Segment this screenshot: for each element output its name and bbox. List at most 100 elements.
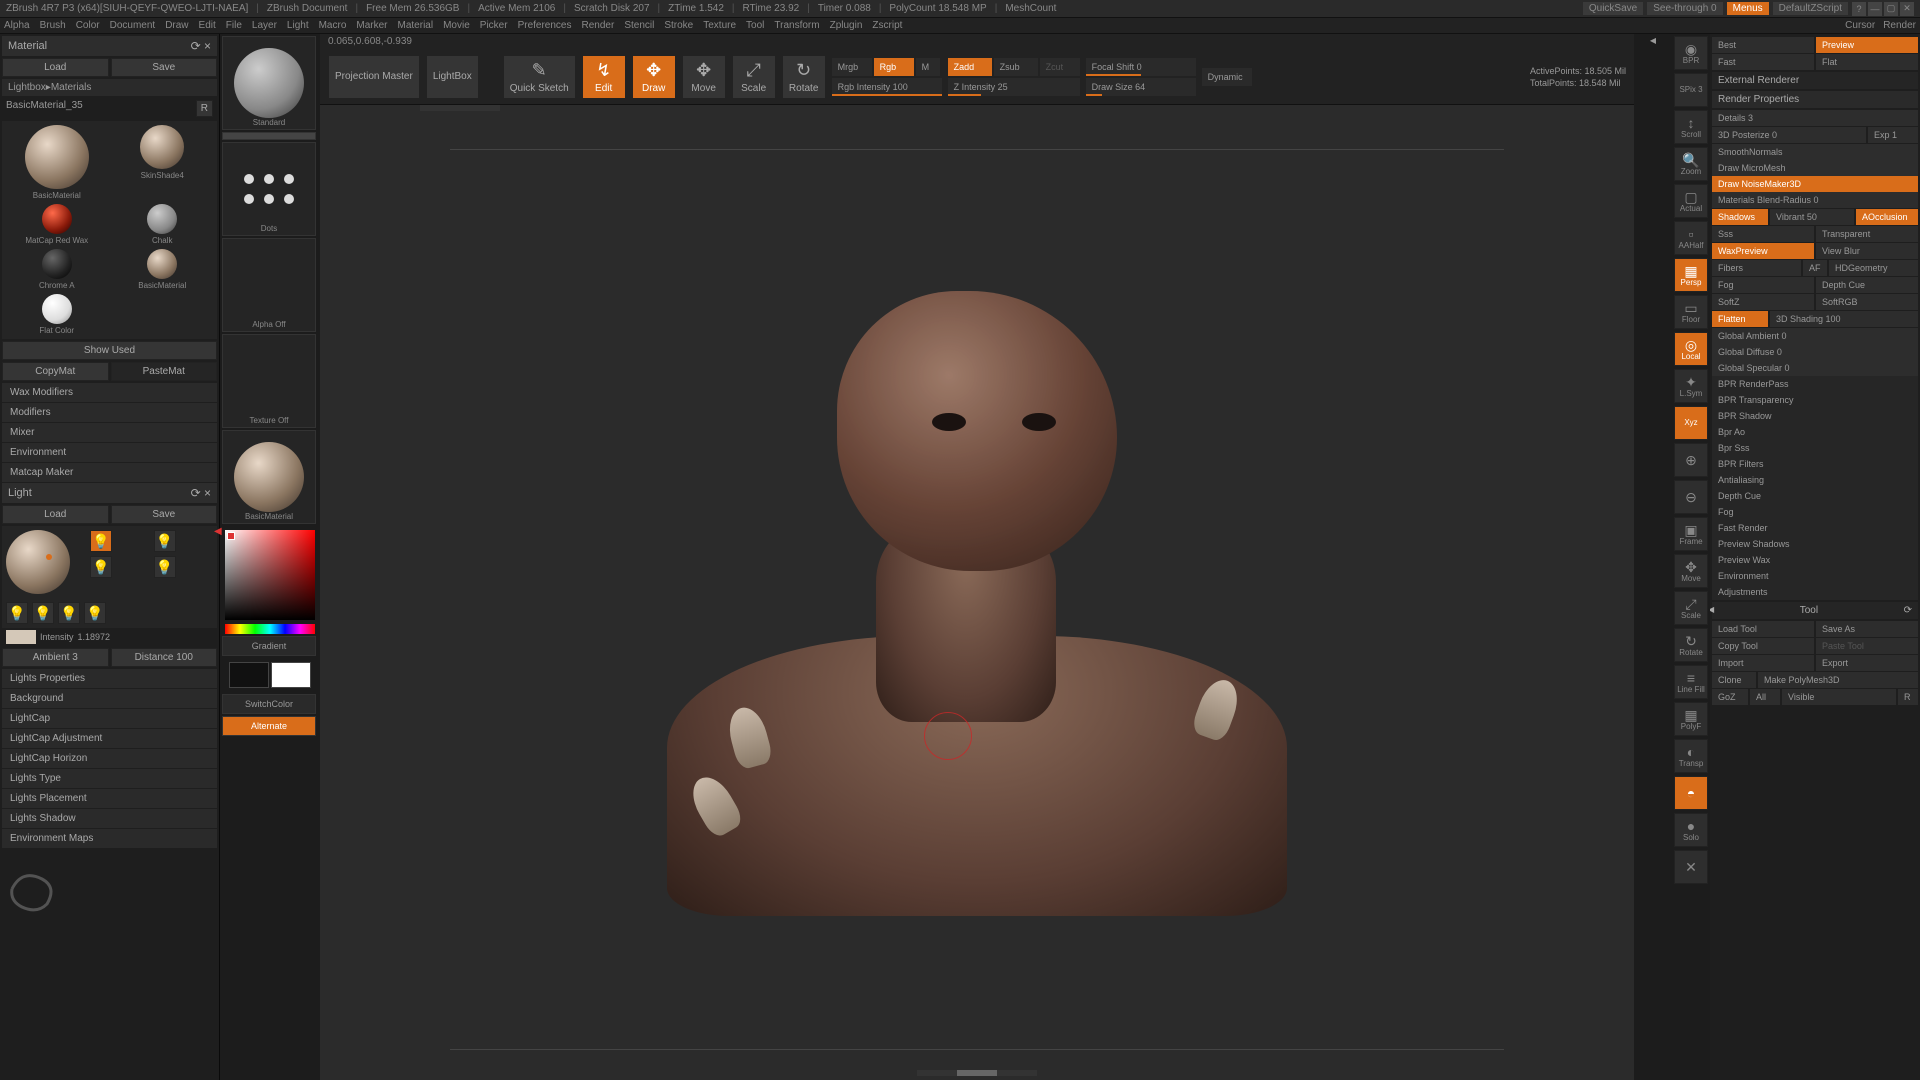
goz-visible-button[interactable]: Visible [1782,689,1896,705]
save-as-button[interactable]: Save As [1816,621,1918,637]
canvas-scrollbar[interactable] [917,1070,1037,1076]
quick-btn-22[interactable]: ✕ [1674,850,1708,884]
quick-persp[interactable]: ▦Persp [1674,258,1708,292]
material-item[interactable]: MatCap Red Wax [6,204,108,245]
material-close-icon[interactable]: ⟳ × [191,39,211,53]
focal-shift-slider[interactable]: Focal Shift 0 [1086,58,1196,76]
menu-file[interactable]: File [226,20,242,31]
menu-zscript[interactable]: Zscript [872,20,902,31]
quick-sketch-button[interactable]: ✎Quick Sketch [503,55,576,99]
cursor-label[interactable]: Cursor [1845,20,1875,31]
swatch-secondary[interactable] [229,662,269,688]
quick-line-fill[interactable]: ≡Line Fill [1674,665,1708,699]
swatch-primary[interactable] [271,662,311,688]
quick-move[interactable]: ✥Move [1674,554,1708,588]
render-label[interactable]: Render [1883,20,1916,31]
view-blur-toggle[interactable]: View Blur [1816,243,1918,259]
hdgeometry-toggle[interactable]: HDGeometry [1829,260,1918,276]
move-button[interactable]: ✥Move [682,55,726,99]
load-tool-button[interactable]: Load Tool [1712,621,1814,637]
help-icon[interactable]: ? [1852,2,1866,16]
material-item[interactable]: SkinShade4 [112,125,214,200]
global-ambient-slider[interactable]: Global Ambient 0 [1712,328,1918,344]
distance-slider[interactable]: Distance 100 [111,648,218,667]
pastemat-button[interactable]: PasteMat [111,362,218,381]
menu-color[interactable]: Color [76,20,100,31]
alternate-button[interactable]: Alternate [222,716,316,736]
zsub-button[interactable]: Zsub [994,58,1038,76]
section-adjustments[interactable]: Adjustments [1712,584,1918,600]
import-button[interactable]: Import [1712,655,1814,671]
draw-button[interactable]: ✥Draw [632,55,676,99]
fast-button[interactable]: Fast [1712,54,1814,70]
section-preview-wax[interactable]: Preview Wax [1712,552,1918,568]
posterize-slider[interactable]: 3D Posterize 0 [1712,127,1866,143]
quick-l.sym[interactable]: ✦L.Sym [1674,369,1708,403]
quick-xyz[interactable]: Xyz [1674,406,1708,440]
viewport-canvas[interactable] [320,111,1634,1080]
section-background[interactable]: Background [2,689,217,708]
scale-button[interactable]: ⤢Scale [732,55,776,99]
menu-layer[interactable]: Layer [252,20,277,31]
best-button[interactable]: Best [1712,37,1814,53]
render-properties-header[interactable]: Render Properties [1712,91,1918,108]
section-lights-properties[interactable]: Lights Properties [2,669,217,688]
wax-preview-toggle[interactable]: WaxPreview [1712,243,1814,259]
material-item[interactable]: Flat Color [6,294,108,335]
global-diffuse-slider[interactable]: Global Diffuse 0 [1712,344,1918,360]
section-lights-shadow[interactable]: Lights Shadow [2,809,217,828]
section-preview-shadows[interactable]: Preview Shadows [1712,536,1918,552]
menu-texture[interactable]: Texture [703,20,736,31]
material-load-button[interactable]: Load [2,58,109,77]
light-panel-header[interactable]: Light ⟳ × [2,483,217,503]
default-zscript[interactable]: DefaultZScript [1773,2,1848,15]
ambient-slider[interactable]: Ambient 3 [2,648,109,667]
tool-panel-header[interactable]: ◀ Tool ⟳ [1712,602,1918,619]
section-wax-modifiers[interactable]: Wax Modifiers [2,383,217,402]
export-button[interactable]: Export [1816,655,1918,671]
minimize-icon[interactable]: — [1868,2,1882,16]
light-1-toggle[interactable]: 💡 [90,530,112,552]
menu-material[interactable]: Material [398,20,434,31]
section-fast-render[interactable]: Fast Render [1712,520,1918,536]
quick-btn-12[interactable]: ⊖ [1674,480,1708,514]
gradient-toggle[interactable]: Gradient [222,636,316,656]
section-lightcap-adjustment[interactable]: LightCap Adjustment [2,729,217,748]
material-item[interactable]: Chrome A [6,249,108,290]
section-bpr-filters[interactable]: BPR Filters [1712,456,1918,472]
lightbox-button[interactable]: LightBox [426,55,479,99]
light-5-toggle[interactable]: 💡 [6,602,28,624]
rotate-button[interactable]: ↻Rotate [782,55,826,99]
section-bpr-renderpass[interactable]: BPR RenderPass [1712,376,1918,392]
global-specular-slider[interactable]: Global Specular 0 [1712,360,1918,376]
light-7-toggle[interactable]: 💡 [58,602,80,624]
materials-blend-radius[interactable]: Materials Blend-Radius 0 [1712,192,1918,208]
menu-stroke[interactable]: Stroke [664,20,693,31]
copy-tool-button[interactable]: Copy Tool [1712,638,1814,654]
section-lights-placement[interactable]: Lights Placement [2,789,217,808]
menu-picker[interactable]: Picker [480,20,508,31]
smooth-normals-toggle[interactable]: SmoothNormals [1712,144,1918,160]
brush-slot[interactable]: Standard [222,36,316,130]
quick-btn-11[interactable]: ⊕ [1674,443,1708,477]
section-bpr-shadow[interactable]: BPR Shadow [1712,408,1918,424]
quicksave-button[interactable]: QuickSave [1583,2,1643,15]
paste-tool-button[interactable]: Paste Tool [1816,638,1918,654]
quick-spix-3[interactable]: SPix 3 [1674,73,1708,107]
zadd-button[interactable]: Zadd [948,58,992,76]
quick-floor[interactable]: ▭Floor [1674,295,1708,329]
zcut-button[interactable]: Zcut [1040,58,1080,76]
show-used-button[interactable]: Show Used [2,341,217,360]
draw-noisemaker-toggle[interactable]: Draw NoiseMaker3D [1712,176,1918,192]
rgb-button[interactable]: Rgb [874,58,914,76]
quick-transp[interactable]: ◐Transp [1674,739,1708,773]
section-matcap-maker[interactable]: Matcap Maker [2,463,217,482]
light-close-icon[interactable]: ⟳ × [191,486,211,500]
quick-actual[interactable]: ▢Actual [1674,184,1708,218]
softz-toggle[interactable]: SoftZ [1712,294,1814,310]
quick-zoom[interactable]: 🔍Zoom [1674,147,1708,181]
texture-slot[interactable]: Texture Off [222,334,316,428]
menu-movie[interactable]: Movie [443,20,470,31]
menu-draw[interactable]: Draw [165,20,188,31]
exp-slider[interactable]: Exp 1 [1868,127,1918,143]
